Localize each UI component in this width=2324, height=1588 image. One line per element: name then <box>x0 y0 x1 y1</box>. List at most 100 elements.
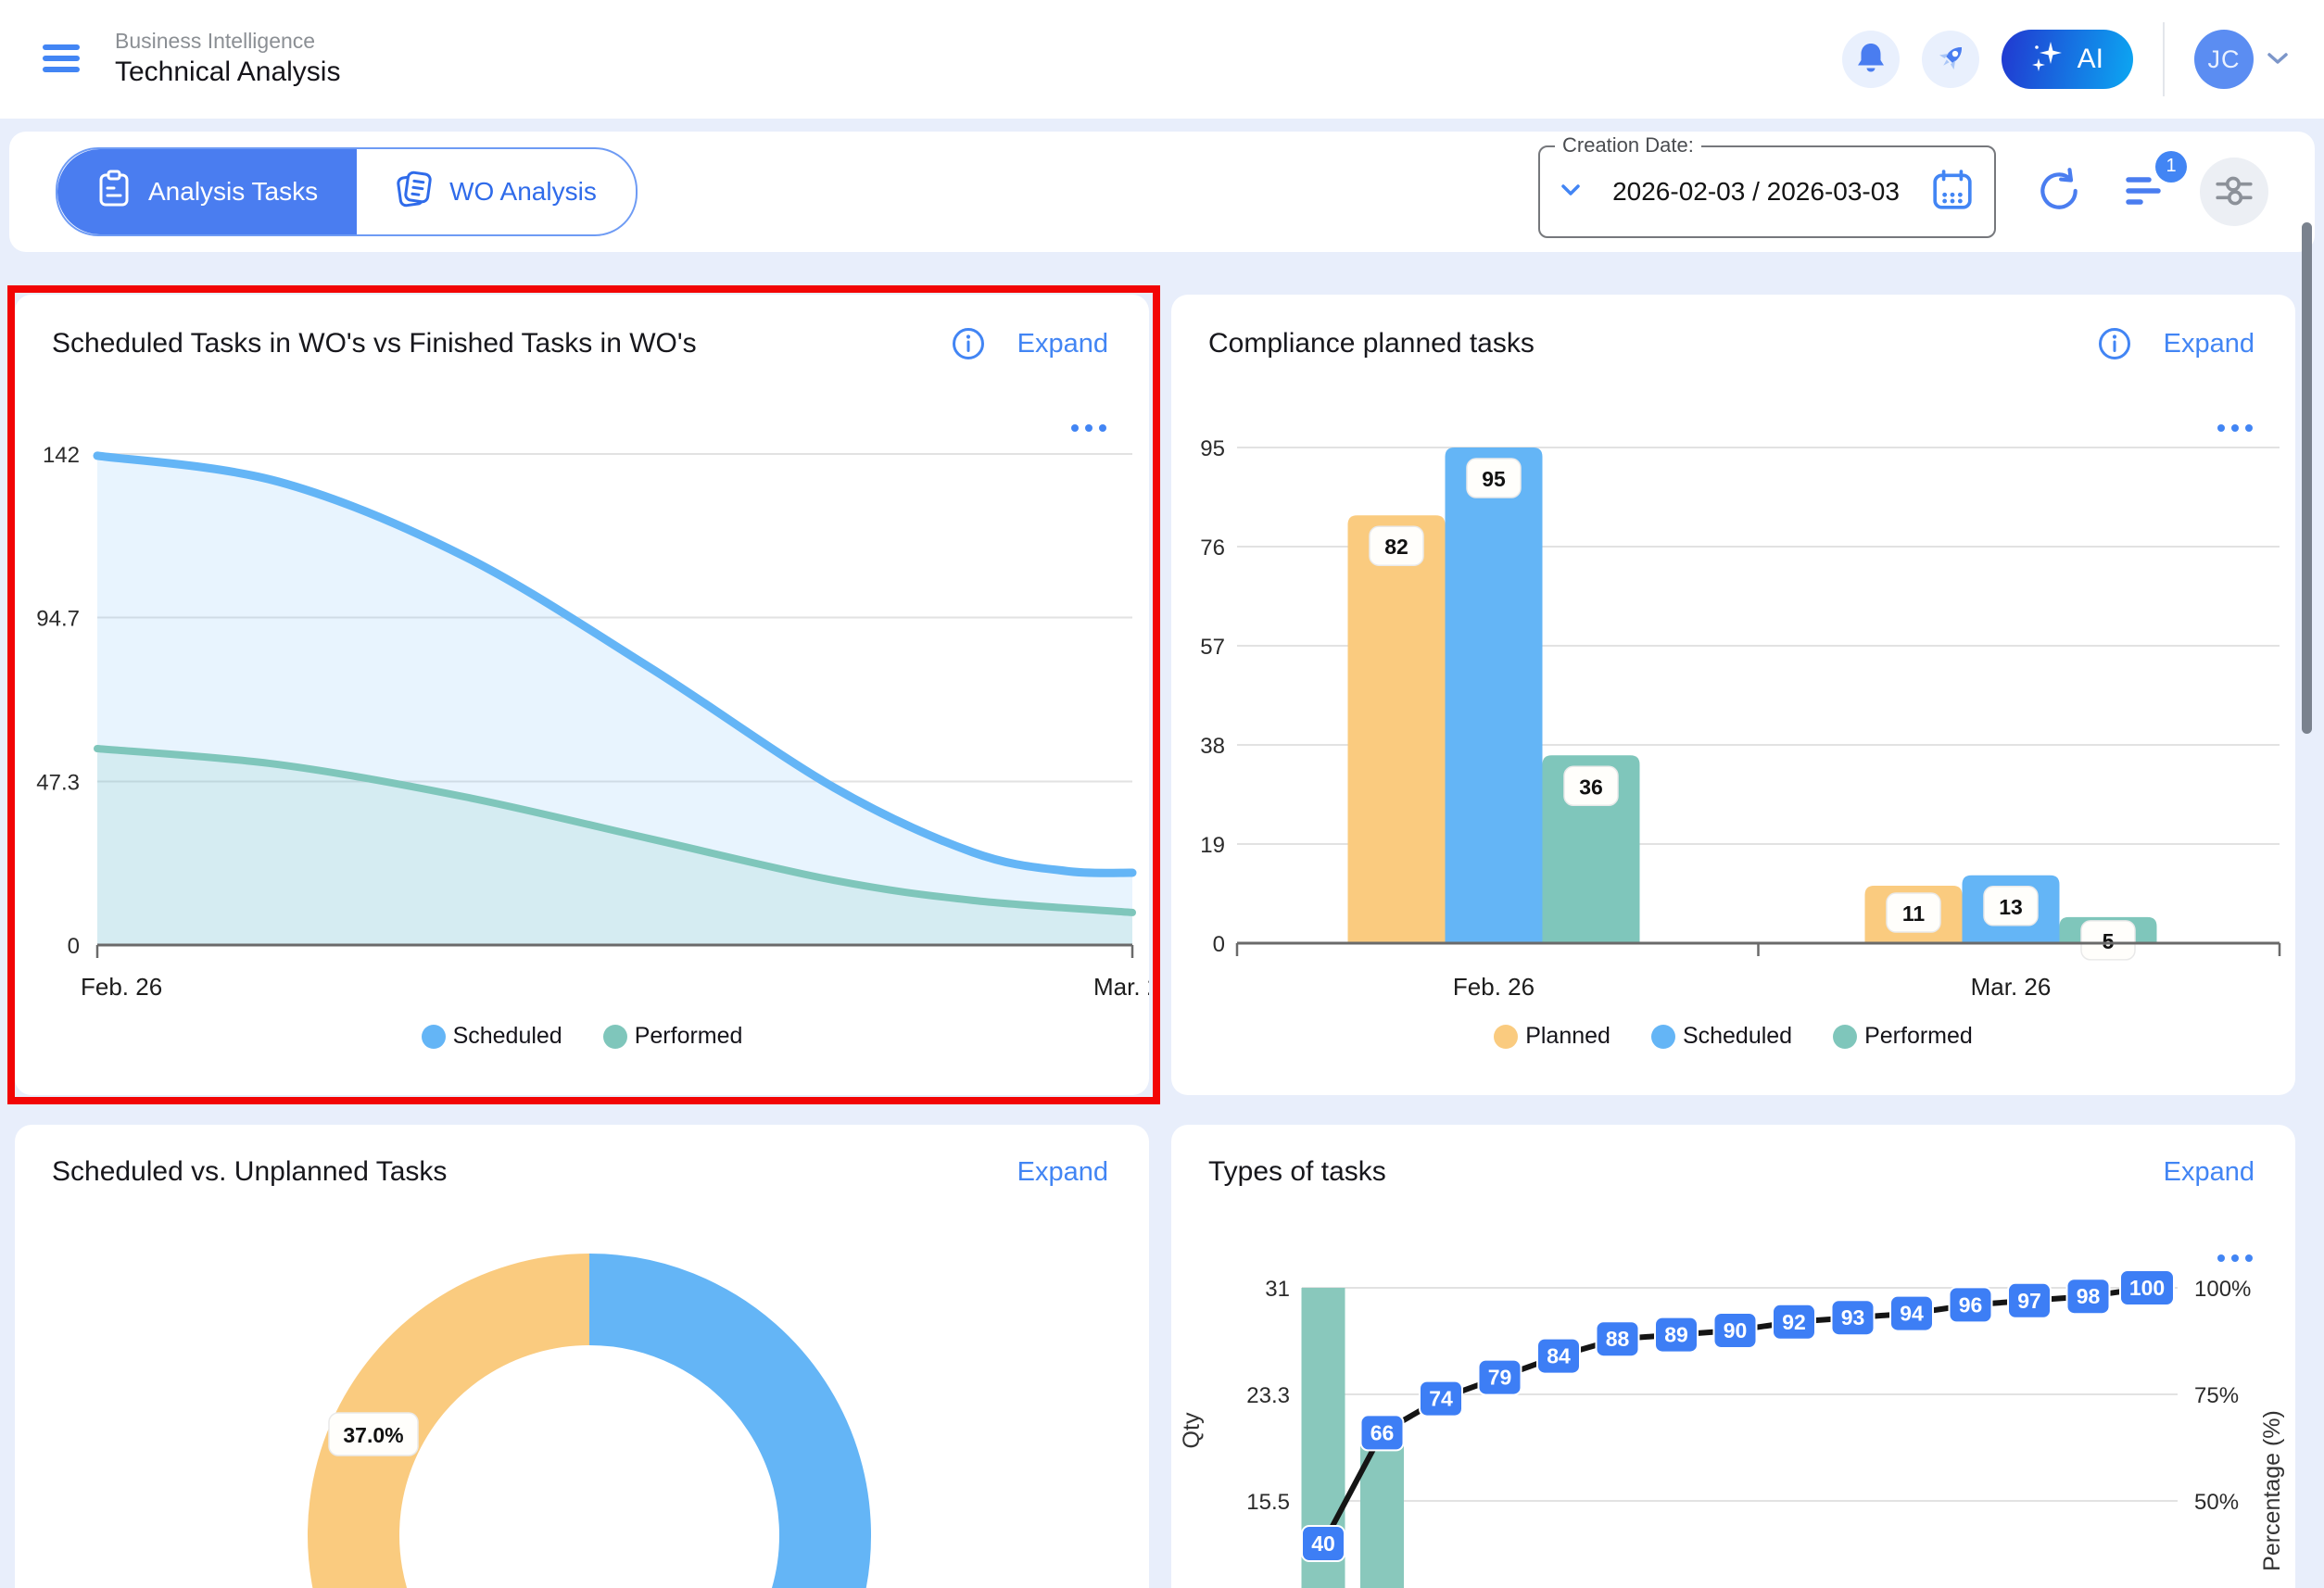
expand-link[interactable]: Expand <box>1017 329 1108 359</box>
y-tick-label: 94.7 <box>36 607 80 632</box>
notifications-button[interactable] <box>1842 31 1900 88</box>
sparkle-icon <box>2031 40 2063 79</box>
cumulative-point-label: 92 <box>1782 1310 1806 1334</box>
creation-date-label: Creation Date: <box>1555 133 1701 158</box>
clipboard-icon <box>96 170 132 215</box>
legend-dot <box>1651 1025 1675 1049</box>
y-tick-label: 0 <box>68 934 80 959</box>
cumulative-point-label: 97 <box>2017 1289 2041 1313</box>
rocket-icon <box>1932 40 1969 80</box>
scrollbar-thumb[interactable] <box>2302 222 2312 734</box>
x-label: Mar. 26 <box>1093 973 1149 1001</box>
cumulative-point-label: 98 <box>2077 1284 2101 1308</box>
info-icon[interactable] <box>2097 326 2132 361</box>
donut-percentage-label: 37.0% <box>343 1423 403 1447</box>
info-icon[interactable] <box>951 326 986 361</box>
legend-dot <box>1494 1025 1518 1049</box>
tab-label: WO Analysis <box>449 177 597 207</box>
card-header: Compliance planned tasks Expand <box>1171 295 2295 361</box>
card-compliance-planned-tasks: Compliance planned tasks Expand 95 76 57 38… <box>1171 295 2295 1095</box>
analysis-tab-group: Analysis Tasks WO Analysis <box>56 147 638 236</box>
y-tick-label: 19 <box>1200 833 1225 858</box>
x-label: Feb. 26 <box>81 973 162 1001</box>
tab-analysis-tasks[interactable]: Analysis Tasks <box>57 149 357 234</box>
bar-planned-feb-26 <box>1348 515 1446 943</box>
cumulative-point-label: 88 <box>1606 1327 1630 1351</box>
launch-button[interactable] <box>1922 31 1979 88</box>
y-tick-label: 0 <box>1213 932 1225 957</box>
tab-wo-analysis[interactable]: WO Analysis <box>357 149 636 234</box>
cumulative-point-label: 66 <box>1370 1420 1395 1444</box>
legend-label: Planned <box>1525 1023 1610 1050</box>
filter-count-badge: 1 <box>2155 151 2187 183</box>
legend-item-scheduled[interactable]: Scheduled <box>1651 1023 1792 1050</box>
cumulative-point-label: 79 <box>1488 1366 1512 1390</box>
chart-title: Compliance planned tasks <box>1208 328 2065 359</box>
legend-label: Scheduled <box>453 1023 562 1050</box>
chart-legend: Planned Scheduled Performed <box>1171 1023 2295 1050</box>
left-axis-title: Qty <box>1179 1412 1205 1448</box>
chart-legend: Scheduled Performed <box>15 1023 1149 1050</box>
legend-label: Performed <box>1864 1023 1973 1050</box>
filter-toolbar: Analysis Tasks WO Analysis Creation Date… <box>9 132 2315 252</box>
legend-item-performed[interactable]: Performed <box>1833 1023 1973 1050</box>
ai-button-label: AI <box>2078 44 2103 75</box>
chart-title: Scheduled Tasks in WO's vs Finished Task… <box>52 328 919 359</box>
bell-icon <box>1855 42 1887 78</box>
bar-chart: 9576573819082953611135Feb. 26Mar. 26 <box>1171 434 2295 1045</box>
expand-link[interactable]: Expand <box>2164 329 2255 359</box>
cumulative-point-label: 96 <box>1959 1292 1983 1317</box>
user-menu[interactable]: JC <box>2194 30 2289 89</box>
card-scheduled-vs-finished: Scheduled Tasks in WO's vs Finished Task… <box>15 295 1149 1095</box>
header-divider <box>2163 22 2165 96</box>
x-label: Mar. 26 <box>1971 973 2052 1001</box>
y-tick-label: 76 <box>1200 536 1225 561</box>
chevron-down-icon <box>2267 52 2289 68</box>
sliders-icon <box>2213 170 2255 215</box>
bar-value-label: 5 <box>2103 929 2115 953</box>
wo-document-icon <box>396 170 433 215</box>
right-axis-title: Percentage (%) <box>2259 1410 2285 1571</box>
creation-date-value: 2026-02-03 / 2026-03-03 <box>1596 177 1916 207</box>
hamburger-menu-icon[interactable] <box>35 36 87 83</box>
filter-button[interactable]: 1 <box>2120 168 2172 217</box>
right-tick-label: 50% <box>2194 1490 2239 1515</box>
card-scheduled-vs-unplanned: Scheduled vs. Unplanned Tasks Expand 37.… <box>15 1125 1149 1588</box>
y-tick-label: 47.3 <box>36 770 80 795</box>
legend-item-scheduled[interactable]: Scheduled <box>422 1023 562 1050</box>
refresh-button[interactable] <box>2029 162 2087 222</box>
right-tick-label: 100% <box>2194 1277 2251 1302</box>
y-tick-label: 57 <box>1200 635 1225 660</box>
settings-button[interactable] <box>2200 158 2268 226</box>
cumulative-point-label: 89 <box>1664 1323 1688 1347</box>
legend-label: Scheduled <box>1683 1023 1792 1050</box>
app-header: Business Intelligence Technical Analysis <box>0 0 2324 119</box>
cumulative-point-label: 90 <box>1724 1318 1748 1342</box>
y-tick-label: 38 <box>1200 734 1225 759</box>
card-header: Scheduled Tasks in WO's vs Finished Task… <box>15 295 1149 361</box>
bar-value-label: 82 <box>1384 535 1408 559</box>
chevron-down-icon[interactable] <box>1560 183 1581 201</box>
legend-item-planned[interactable]: Planned <box>1494 1023 1610 1050</box>
bar-value-label: 95 <box>1482 467 1506 491</box>
cumulative-point-label: 84 <box>1547 1344 1571 1368</box>
legend-dot <box>1833 1025 1857 1049</box>
avatar: JC <box>2194 30 2254 89</box>
app-title: Business Intelligence <box>115 29 340 55</box>
left-tick-label: 23.3 <box>1246 1383 1290 1408</box>
bar-value-label: 36 <box>1579 775 1603 799</box>
ai-assistant-button[interactable]: AI <box>2002 30 2133 89</box>
legend-dot <box>603 1025 627 1049</box>
right-tick-label: 75% <box>2194 1383 2239 1408</box>
creation-date-field[interactable]: Creation Date: 2026-02-03 / 2026-03-03 <box>1538 145 1996 238</box>
cumulative-point-label: 94 <box>1900 1302 1924 1326</box>
donut-chart: 37.0% <box>15 1125 1149 1588</box>
bar-scheduled-feb-26 <box>1446 447 1543 943</box>
page-title: Technical Analysis <box>115 55 340 90</box>
legend-item-performed[interactable]: Performed <box>603 1023 743 1050</box>
calendar-icon[interactable] <box>1931 169 1974 216</box>
dashboard-screen: Business Intelligence Technical Analysis <box>0 0 2324 1588</box>
bar-value-label: 13 <box>1999 895 2023 919</box>
header-titles: Business Intelligence Technical Analysis <box>115 29 340 89</box>
legend-dot <box>422 1025 446 1049</box>
